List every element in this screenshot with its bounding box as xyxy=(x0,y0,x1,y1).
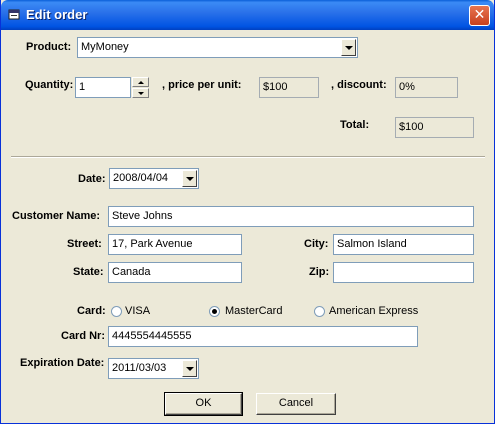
radio-mastercard[interactable] xyxy=(209,306,220,317)
city-label: City: xyxy=(304,238,329,250)
street-field[interactable]: 17, Park Avenue xyxy=(108,234,242,255)
price-label: , price per unit: xyxy=(162,79,242,91)
state-label: State: xyxy=(73,266,104,278)
stepper-down-icon[interactable] xyxy=(132,88,149,98)
radio-amex-label[interactable]: American Express xyxy=(329,305,418,317)
quantity-label: Quantity: xyxy=(25,79,74,91)
discount-label: , discount: xyxy=(331,79,387,91)
ok-button[interactable]: OK xyxy=(164,392,243,416)
window-title: Edit order xyxy=(26,7,88,22)
chevron-down-icon[interactable] xyxy=(182,360,197,377)
product-value: MyMoney xyxy=(81,41,129,53)
zip-label: Zip: xyxy=(309,266,330,278)
cancel-button[interactable]: Cancel xyxy=(256,393,336,415)
street-label: Street: xyxy=(67,238,102,250)
date-label: Date: xyxy=(78,173,106,185)
state-field[interactable]: Canada xyxy=(108,262,242,283)
total-label: Total: xyxy=(340,119,370,131)
city-field[interactable]: Salmon Island xyxy=(333,234,474,255)
expiration-date-label: Expiration Date: xyxy=(20,357,105,369)
stepper-up-icon[interactable] xyxy=(132,77,149,87)
product-label: Product: xyxy=(26,41,72,53)
card-label: Card: xyxy=(77,305,106,317)
discount-field: 0% xyxy=(395,77,458,98)
card-nr-label: Card Nr: xyxy=(61,330,106,342)
radio-visa-label[interactable]: VISA xyxy=(125,305,150,317)
chevron-down-icon[interactable] xyxy=(341,39,356,56)
expiration-date-value: 2011/03/03 xyxy=(112,362,167,374)
date-picker[interactable]: 2008/04/04 xyxy=(109,168,199,189)
customer-name-field[interactable]: Steve Johns xyxy=(108,206,474,227)
radio-amex[interactable] xyxy=(314,306,325,317)
quantity-input[interactable]: 1 xyxy=(75,77,131,98)
quantity-stepper[interactable] xyxy=(132,77,149,98)
radio-visa[interactable] xyxy=(111,306,122,317)
card-nr-field[interactable]: 4445554445555 xyxy=(108,326,418,347)
customer-name-label: Customer Name: xyxy=(12,210,101,222)
app-icon xyxy=(8,9,20,20)
price-field: $100 xyxy=(259,77,319,98)
title-bar[interactable]: Edit order ✕ xyxy=(1,0,494,30)
date-value: 2008/04/04 xyxy=(113,172,169,184)
close-button[interactable]: ✕ xyxy=(469,5,490,26)
close-icon: ✕ xyxy=(473,7,486,23)
chevron-down-icon[interactable] xyxy=(182,170,197,187)
edit-order-dialog: Edit order ✕ Product: MyMoney Quantity: … xyxy=(0,0,495,424)
total-field: $100 xyxy=(395,117,474,138)
zip-field[interactable] xyxy=(333,262,474,283)
separator xyxy=(11,156,485,158)
expiration-date-picker[interactable]: 2011/03/03 xyxy=(108,358,199,379)
product-select[interactable]: MyMoney xyxy=(77,37,358,58)
radio-mastercard-label[interactable]: MasterCard xyxy=(225,305,282,317)
